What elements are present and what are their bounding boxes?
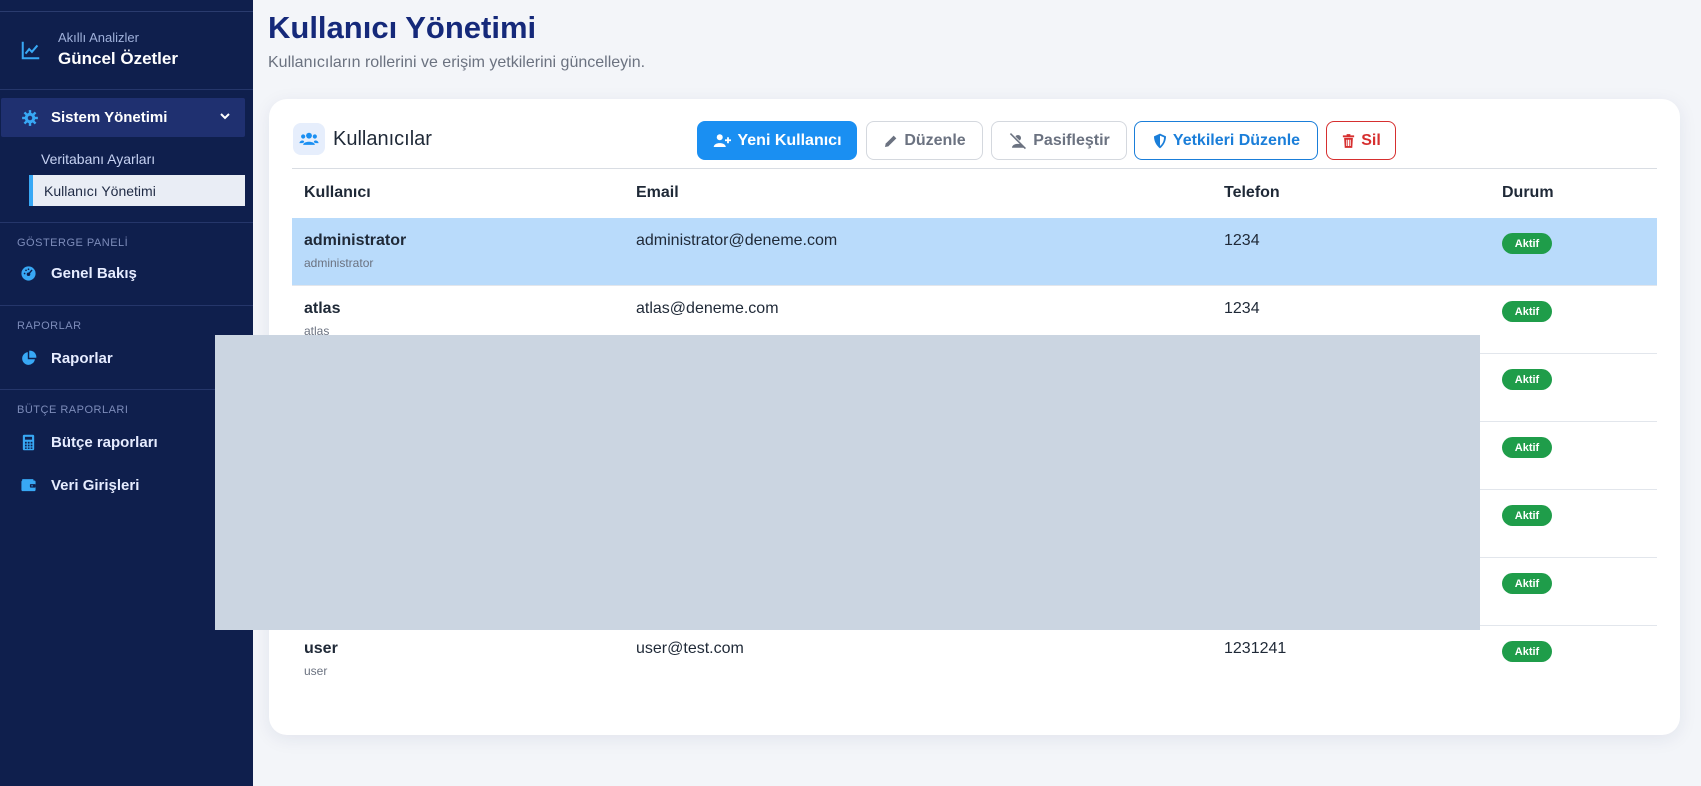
pencil-icon: [885, 135, 897, 147]
user-username: administrator: [304, 256, 374, 270]
menu-item-sistem-yonetimi[interactable]: Sistem Yönetimi: [1, 98, 245, 137]
gauge-icon: [21, 266, 36, 281]
page-subtitle: Kullanıcıların rollerini ve erişim yetki…: [268, 54, 646, 71]
table-row[interactable]: user user user@test.com 1231241 Aktif: [292, 626, 1657, 694]
divider: [0, 89, 253, 90]
status-badge: Aktif: [1502, 573, 1552, 594]
deactivate-label: Pasifleştir: [1033, 131, 1110, 149]
status-badge: Aktif: [1502, 641, 1552, 662]
user-email: atlas@deneme.com: [636, 300, 779, 317]
page-title: Kullanıcı Yönetimi: [268, 10, 537, 45]
column-header-status[interactable]: Durum: [1502, 184, 1554, 202]
calculator-icon: [22, 434, 35, 451]
brand-title: Güncel Özetler: [58, 49, 178, 68]
column-header-phone[interactable]: Telefon: [1224, 184, 1280, 202]
divider: [0, 305, 253, 306]
user-phone: 1234: [1224, 300, 1260, 317]
submenu-item-veritabani-ayarlari[interactable]: Veritabanı Ayarları: [41, 151, 155, 167]
shield-icon: [1153, 133, 1166, 148]
user-email: administrator@deneme.com: [636, 232, 838, 249]
deactivate-button[interactable]: Pasifleştir: [991, 121, 1127, 160]
section-title-raporlar: RAPORLAR: [17, 320, 82, 332]
column-header-user[interactable]: Kullanıcı: [304, 184, 371, 202]
section-title-gosterge-paneli: GÖSTERGE PANELİ: [17, 237, 129, 249]
status-badge: Aktif: [1502, 301, 1552, 322]
trash-icon: [1343, 133, 1355, 148]
redaction-block: [215, 335, 1480, 630]
user-phone: 1234: [1224, 232, 1260, 249]
nav-label: Veri Girişleri: [51, 477, 140, 494]
divider: [0, 11, 253, 12]
users-icon: [293, 123, 325, 155]
nav-item-raporlar[interactable]: Raporlar: [20, 350, 113, 367]
nav-item-butce-raporlari[interactable]: Bütçe raporları: [20, 434, 158, 451]
submenu-item-kullanici-yonetimi[interactable]: Kullanıcı Yönetimi: [29, 175, 245, 206]
edit-permissions-label: Yetkileri Düzenle: [1172, 131, 1301, 149]
user-email: user@test.com: [636, 640, 744, 657]
new-user-label: Yeni Kullanıcı: [737, 131, 842, 149]
nav-item-veri-girisleri[interactable]: Veri Girişleri: [20, 477, 139, 494]
nav-label: Bütçe raporları: [51, 434, 158, 451]
status-badge: Aktif: [1502, 437, 1552, 458]
pie-chart-icon: [22, 350, 37, 365]
status-badge: Aktif: [1502, 233, 1552, 254]
user-name: atlas: [304, 300, 341, 317]
user-plus-icon: [714, 133, 732, 147]
brand[interactable]: Akıllı Analizler Güncel Özetler: [20, 30, 178, 69]
user-phone: 1231241: [1224, 640, 1287, 657]
edit-permissions-button[interactable]: Yetkileri Düzenle: [1134, 121, 1318, 160]
divider: [0, 222, 253, 223]
user-slash-icon: [1010, 131, 1027, 149]
gear-icon: [22, 109, 38, 126]
table-divider: [292, 168, 1657, 169]
delete-label: Sil: [1361, 131, 1381, 149]
status-badge: Aktif: [1502, 505, 1552, 526]
brand-subtitle: Akıllı Analizler: [58, 30, 139, 45]
table-row[interactable]: administrator administrator administrato…: [292, 218, 1657, 286]
user-name: user: [304, 640, 338, 657]
chevron-down-icon: [220, 113, 230, 120]
nav-label: Raporlar: [51, 350, 113, 367]
menu-label: Sistem Yönetimi: [51, 109, 168, 126]
chart-line-icon: [21, 41, 40, 60]
card-title: Kullanıcılar: [333, 128, 432, 150]
nav-item-genel-bakis[interactable]: Genel Bakış: [20, 265, 137, 282]
user-name: administrator: [304, 232, 407, 249]
wallet-icon: [21, 479, 36, 492]
new-user-button[interactable]: Yeni Kullanıcı: [697, 121, 857, 160]
delete-button[interactable]: Sil: [1326, 121, 1396, 160]
status-badge: Aktif: [1502, 369, 1552, 390]
section-title-butce-raporlari: BÜTÇE RAPORLARI: [17, 404, 129, 416]
nav-label: Genel Bakış: [51, 265, 137, 282]
column-header-email[interactable]: Email: [636, 184, 679, 202]
edit-button[interactable]: Düzenle: [866, 121, 983, 160]
user-username: user: [304, 664, 328, 678]
edit-label: Düzenle: [904, 131, 966, 149]
